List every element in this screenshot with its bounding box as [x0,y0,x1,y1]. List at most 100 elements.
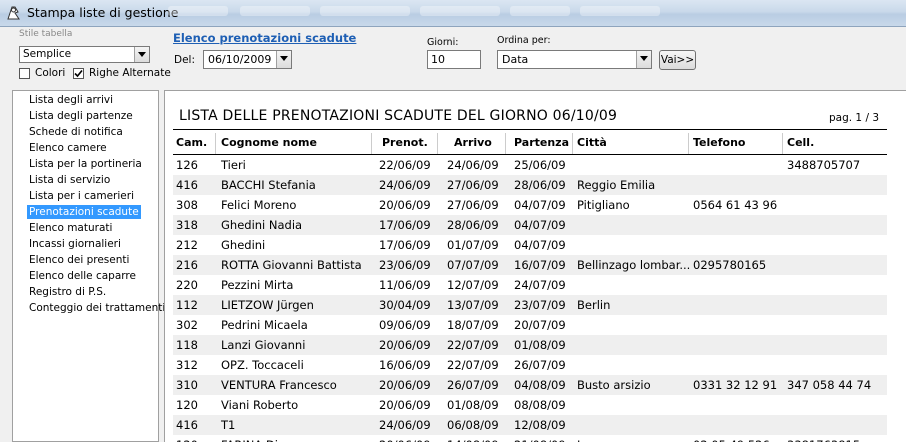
table-cell: 16/06/09 [379,358,431,372]
nav-item-prenotazioni-scadute[interactable]: Prenotazioni scadute [27,205,141,219]
table-cell: 22/06/09 [379,158,431,172]
table-cell: 25/06/09 [514,158,566,172]
del-date-picker[interactable]: 06/10/2009 [203,50,292,69]
nav-item-lista-arrivi[interactable]: Lista degli arrivi [27,93,115,107]
nav-item-elenco-maturati[interactable]: Elenco maturati [27,221,114,235]
table-cell: Viani Roberto [221,398,299,412]
table-row: 312 OPZ. Toccaceli 16/06/09 22/07/09 26/07/0… [173,355,887,375]
nav-item-elenco-presenti[interactable]: Elenco dei presenti [27,253,131,267]
table-cell: 20/07/09 [514,318,566,332]
ordina-per-label: Ordina per: [497,35,551,46]
table-row: 120 FARINA Di... 20/06/09 14/08/09 21/08/09 L… [173,435,887,442]
window-body: Stile tabella Semplice Colori Righe Alte… [0,27,906,442]
table-cell: 01/07/09 [447,238,499,252]
table-cell: 27/06/09 [447,178,499,192]
chevron-down-icon[interactable] [276,51,291,68]
giorni-value: 10 [431,53,445,66]
stile-tabella-label: Stile tabella [19,29,73,39]
table-cell: VENTURA Francesco [221,378,337,392]
table-cell: 04/07/09 [514,198,566,212]
table-cell: 27/06/09 [447,198,499,212]
table-cell: 14/08/09 [447,438,499,442]
report-list: Lista degli arrivi Lista degli partenze … [12,90,165,442]
table-cell: 24/06/09 [379,178,431,192]
table-cell: 16/07/09 [514,258,566,272]
table-cell: Pezzini Mirta [221,278,294,292]
table-row: 118 Lanzi Giovanni 20/06/09 22/07/09 01/08/0… [173,335,887,355]
window-title: Stampa liste di gestione [27,5,179,20]
table-row: 416 BACCHI Stefania 24/06/09 27/06/09 28/06/… [173,175,887,195]
nav-item-lista-portineria[interactable]: Lista per la portineria [27,157,144,171]
nav-item-schede-notifica[interactable]: Schede di notifica [27,125,125,139]
column-header-citta: Città [577,136,607,149]
table-cell: Berlin [577,298,611,312]
table-cell: 416 [176,418,198,432]
table-cell: Felici Moreno [221,198,297,212]
table-cell: 09/06/09 [379,318,431,332]
table-cell: 17/06/09 [379,218,431,232]
stile-tabella-select[interactable]: Semplice [19,46,150,63]
table-row: 416 T1 24/06/09 06/08/09 12/08/09 [173,415,887,435]
report-heading: LISTA DELLE PRENOTAZIONI SCADUTE DEL GIO… [179,108,618,124]
table-cell: 0564 61 43 96 [693,198,778,212]
table-row: 318 Ghedini Nadia 17/06/09 28/06/09 04/07/09 [173,215,887,235]
chevron-down-icon[interactable] [636,51,651,68]
table-cell: 01/08/09 [447,398,499,412]
ordina-per-value: Data [502,53,529,66]
table-cell: 112 [176,298,198,312]
nav-item-elenco-camere[interactable]: Elenco camere [27,141,109,155]
table-cell: 01/08/09 [514,338,566,352]
righe-alternate-label: Righe Alternate [89,67,171,79]
del-label: Del: [174,54,195,66]
table-row: 220 Pezzini Mirta 11/06/09 12/07/09 24/07/09 [173,275,887,295]
table-cell: 11/06/09 [379,278,431,292]
nav-item-elenco-caparre[interactable]: Elenco delle caparre [27,269,138,283]
table-row: 216 ROTTA Giovanni Battista 23/06/09 07/07/… [173,255,887,275]
nav-item-incassi-giornalieri[interactable]: Incassi giornalieri [27,237,123,251]
chevron-down-icon[interactable] [134,47,149,62]
ordina-per-select[interactable]: Data [497,50,652,69]
nav-item-conteggio-trattamenti[interactable]: Conteggio dei trattamenti [27,301,167,315]
nav-item-lista-camerieri[interactable]: Lista per i camerieri [27,189,136,203]
table-cell: T1 [221,418,236,432]
table-cell: Lanzi Giovanni [221,338,306,352]
table-row: 212 Ghedini 17/06/09 01/07/09 04/07/09 [173,235,887,255]
table-cell: Ghedini Nadia [221,218,303,232]
giorni-input[interactable]: 10 [427,50,481,69]
colori-checkbox[interactable] [19,68,30,79]
giorni-label: Giorni: [427,37,459,48]
table-cell: 28/06/09 [447,218,499,232]
righe-alternate-checkbox[interactable] [73,68,84,79]
table-cell: 07/07/09 [447,258,499,272]
table-cell: 20/06/09 [379,378,431,392]
stile-tabella-value: Semplice [23,48,72,60]
vai-button[interactable]: Vai>> [659,50,696,70]
report-title-link[interactable]: Elenco prenotazioni scadute [173,31,356,45]
table-cell: 416 [176,178,198,192]
table-cell: 0295780165 [693,258,767,272]
table-cell: Pitigliano [577,198,630,212]
column-header-cell: Cell. [787,136,815,149]
table-cell: 21/08/09 [514,438,566,442]
table-cell: FARINA Di... [221,438,289,442]
table-cell: 26/07/09 [514,358,566,372]
column-header-cognome-nome: Cognome nome [221,136,317,149]
table-cell: 0331 32 12 91 [693,378,778,392]
table-cell: 20/06/09 [379,398,431,412]
nav-item-registro-ps[interactable]: Registro di P.S. [27,285,108,299]
table-cell: 302 [176,318,198,332]
table-cell: 22/07/09 [447,358,499,372]
table-cell: 26/07/09 [447,378,499,392]
table-cell: 126 [176,158,198,172]
report-preview: LISTA DELLE PRENOTAZIONI SCADUTE DEL GIO… [164,90,906,442]
table-cell: 04/07/09 [514,218,566,232]
table-cell: 308 [176,198,198,212]
table-cell: 118 [176,338,198,352]
page-indicator: pag. 1 / 3 [828,112,879,124]
nav-item-lista-servizio[interactable]: Lista di servizio [27,173,112,187]
table-cell: 28/06/09 [514,178,566,192]
table-row: 120 Viani Roberto 20/06/09 01/08/09 08/08/09 [173,395,887,415]
title-bar: Stampa liste di gestione [0,0,906,27]
nav-item-lista-partenze[interactable]: Lista degli partenze [27,109,135,123]
table-cell: 12/07/09 [447,278,499,292]
